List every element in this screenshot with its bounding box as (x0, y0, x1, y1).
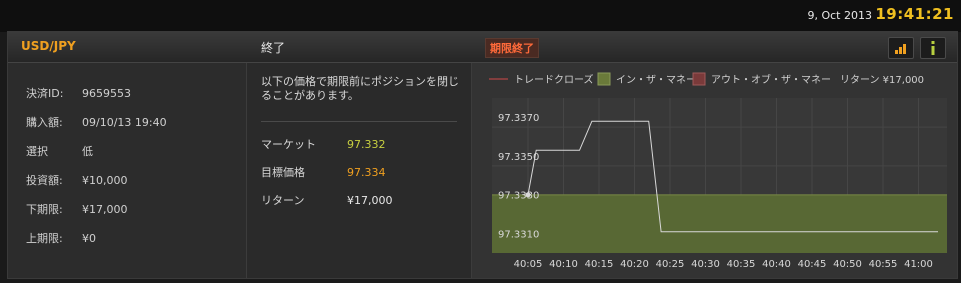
legend-out-money-label: アウト・オブ・ザ・マネー (711, 73, 831, 86)
x-tick-label: 40:10 (549, 259, 578, 270)
detail-label: 下期限: (26, 203, 63, 216)
info-button[interactable] (920, 37, 946, 59)
chart-legend: トレードクローズ イン・ザ・マネー アウト・オブ・ザ・マネー リターン ¥17,… (489, 72, 924, 86)
divider (261, 121, 457, 122)
target-row: 目標価格 97.334 (261, 164, 386, 180)
detail-label: 投資額: (26, 174, 63, 187)
detail-row: 投資額: ¥10,000 (26, 172, 128, 188)
detail-label: 上期限: (26, 232, 63, 245)
x-tick-label: 40:55 (869, 259, 898, 270)
return-label: リターン (261, 194, 305, 207)
detail-row: 購入額: 09/10/13 19:40 (26, 114, 167, 130)
x-tick-label: 40:05 (514, 259, 543, 270)
target-value: 97.334 (347, 166, 386, 179)
detail-row: 下期限: ¥17,000 (26, 201, 128, 217)
detail-value: ¥10,000 (82, 174, 128, 187)
legend-close-label: トレードクローズ (514, 73, 594, 86)
detail-label: 購入額: (26, 116, 63, 129)
detail-value: ¥17,000 (82, 203, 128, 216)
price-summary: 以下の価格で期限前にポジションを閉じることがあります。 マーケット 97.332 … (247, 63, 472, 278)
detail-value: 低 (82, 145, 93, 158)
detail-label: 選択 (26, 145, 48, 158)
x-tick-label: 40:35 (727, 259, 756, 270)
date-display: 9, Oct 2013 (807, 9, 872, 22)
trade-details: 決済ID: 9659553 購入額: 09/10/13 19:40 選択 低 投資額:… (8, 63, 247, 278)
x-tick-label: 40:20 (620, 259, 649, 270)
detail-value: 09/10/13 19:40 (82, 116, 167, 129)
x-tick-label: 40:45 (798, 259, 827, 270)
detail-row: 選択 低 (26, 143, 93, 159)
return-value: ¥17,000 (347, 194, 393, 207)
status-label: 終了 (261, 41, 286, 55)
x-tick-label: 41:00 (904, 259, 933, 270)
price-chart: トレードクローズ イン・ザ・マネー アウト・オブ・ザ・マネー リターン ¥17,… (472, 63, 957, 278)
expired-badge: 期限終了 (485, 38, 539, 58)
x-tick-label: 40:25 (656, 259, 685, 270)
close-notice: 以下の価格で期限前にポジションを閉じることがあります。 (261, 75, 459, 102)
in-money-band (492, 194, 947, 253)
y-tick-label: 97.3350 (498, 152, 539, 163)
y-tick-label: 97.3370 (498, 113, 539, 124)
clock-display: 19:41:21 (875, 5, 954, 23)
legend-in-money-label: イン・ザ・マネー (616, 74, 696, 86)
return-row: リターン ¥17,000 (261, 192, 393, 208)
signal-button[interactable] (888, 37, 914, 59)
legend-out-money-swatch (692, 72, 706, 86)
y-tick-label: 97.3310 (498, 229, 539, 240)
panel-header: USD/JPY 終了 期限終了 (8, 32, 957, 63)
detail-value: 9659553 (82, 87, 131, 100)
market-label: マーケット (261, 138, 316, 151)
top-bar: 9, Oct 2013 19:41:21 (0, 0, 961, 32)
detail-row: 決済ID: 9659553 (26, 85, 131, 101)
target-label: 目標価格 (261, 166, 305, 179)
x-tick-label: 40:15 (585, 259, 614, 270)
info-icon (931, 41, 935, 55)
x-tick-label: 40:40 (762, 259, 791, 270)
detail-label: 決済ID: (26, 87, 64, 100)
trade-panel: USD/JPY 終了 期限終了 決済ID: 9659553 購入額: 09/10/1… (7, 31, 958, 279)
y-tick-label: 97.3330 (498, 191, 539, 202)
market-row: マーケット 97.332 (261, 136, 386, 152)
legend-in-money-swatch (597, 72, 611, 86)
x-tick-label: 40:30 (691, 259, 720, 270)
detail-row: 上期限: ¥0 (26, 230, 96, 246)
signal-bars-icon (895, 44, 906, 54)
market-value: 97.332 (347, 138, 386, 151)
chart-svg: トレードクローズ イン・ザ・マネー アウト・オブ・ザ・マネー リターン ¥17,… (489, 72, 947, 270)
x-tick-label: 40:50 (833, 259, 862, 270)
detail-value: ¥0 (82, 232, 96, 245)
legend-return-label: リターン ¥17,000 (840, 74, 924, 86)
symbol-label: USD/JPY (21, 39, 76, 53)
